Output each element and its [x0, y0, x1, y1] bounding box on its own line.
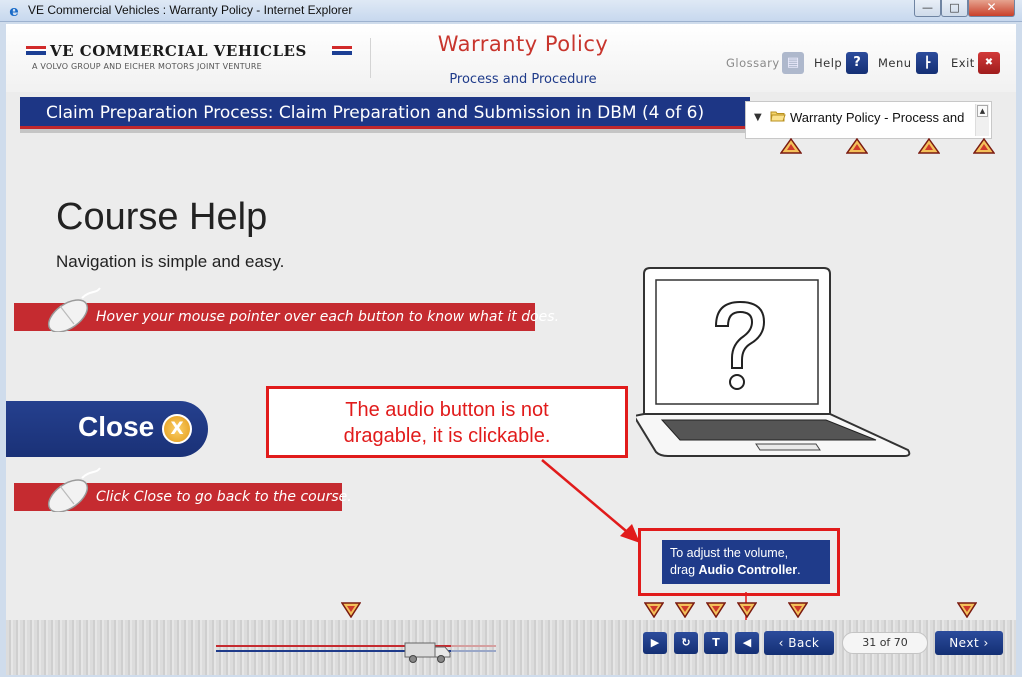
tooltip-prefix: drag: [670, 563, 699, 577]
back-button[interactable]: ‹ Back: [764, 631, 834, 655]
expand-triangle-icon[interactable]: ▼: [754, 112, 762, 123]
browser-frame: VE COMMERCIAL VEHICLES A VOLVO GROUP AND…: [0, 22, 1022, 677]
truck-progress-icon[interactable]: [403, 637, 453, 665]
glossary-label: Glossary: [726, 56, 780, 70]
menu-button[interactable]: ┣: [916, 52, 938, 74]
close-help-button[interactable]: Close X: [6, 401, 208, 457]
close-x-icon: X: [162, 414, 192, 444]
callout-arrow-icon: [541, 459, 640, 543]
scroll-up-icon[interactable]: ▲: [977, 105, 988, 117]
course-progress-bar[interactable]: [216, 641, 496, 663]
next-label: Next: [949, 636, 980, 650]
callout-line-1: The audio button is not: [345, 399, 549, 421]
exit-label: Exit: [951, 56, 975, 70]
menu-label: Menu: [878, 56, 912, 70]
close-button-label: Close: [78, 411, 155, 442]
tree-icon: ┣: [923, 56, 931, 69]
window-title: VE Commercial Vehicles : Warranty Policy…: [28, 3, 353, 17]
folder-open-icon: [770, 110, 786, 122]
mouse-icon: [40, 464, 102, 516]
play-button[interactable]: ▶: [643, 632, 667, 654]
company-logo: VE COMMERCIAL VEHICLES A VOLVO GROUP AND…: [26, 42, 356, 76]
screen-title: Claim Preparation Process: Claim Prepara…: [46, 103, 705, 123]
course-title: Warranty Policy: [437, 32, 609, 56]
replay-button[interactable]: ↻: [674, 632, 698, 654]
mouse-icon: [40, 284, 102, 336]
close-hint-text: Click Close to go back to the course.: [96, 489, 352, 505]
close-icon: ✖: [984, 57, 994, 68]
exit-button[interactable]: ✖: [978, 52, 1000, 74]
brand-subtitle: A VOLVO GROUP AND EICHER MOTORS JOINT VE…: [32, 62, 262, 71]
help-button[interactable]: ?: [846, 52, 868, 74]
menu-tree-panel[interactable]: ▼ Warranty Policy - Process and ▲: [745, 101, 992, 139]
audio-button[interactable]: ◀: [735, 632, 759, 654]
window-close-button[interactable]: ✕: [968, 0, 1015, 17]
tree-scrollbar[interactable]: ▲: [975, 104, 989, 136]
maximize-button[interactable]: □: [941, 0, 968, 17]
hover-hint-text: Hover your mouse pointer over each butto…: [96, 309, 560, 325]
back-label: Back: [788, 636, 820, 650]
next-button[interactable]: Next ›: [935, 631, 1003, 655]
course-header: VE COMMERCIAL VEHICLES A VOLVO GROUP AND…: [6, 24, 1016, 92]
tooltip-line-2: drag Audio Controller.: [670, 562, 822, 579]
laptop-question-icon: [632, 264, 916, 459]
glossary-button[interactable]: ▤: [782, 52, 804, 74]
internet-explorer-icon: e: [9, 2, 19, 20]
question-icon: ?: [853, 55, 861, 70]
tooltip-line-1: To adjust the volume,: [670, 546, 789, 560]
tooltip-bold: Audio Controller: [698, 563, 798, 577]
callout-line-2: dragable, it is clickable.: [343, 425, 551, 447]
intro-text: Navigation is simple and easy.: [56, 252, 285, 271]
speaker-icon: ◀: [742, 636, 752, 649]
help-label: Help: [814, 56, 843, 70]
book-icon: ▤: [786, 55, 800, 70]
play-icon: ▶: [650, 636, 660, 649]
title-gray-stripe: [20, 129, 750, 133]
page-counter: 31 of 70: [842, 632, 928, 654]
flag-right-icon: [332, 46, 352, 56]
text-icon: T: [712, 636, 720, 649]
course-player: VE COMMERCIAL VEHICLES A VOLVO GROUP AND…: [6, 24, 1016, 675]
transcript-button[interactable]: T: [704, 632, 728, 654]
flag-left-icon: [26, 46, 46, 56]
replay-icon: ↻: [681, 636, 691, 649]
audio-callout: The audio button is not dragable, it is …: [266, 386, 628, 458]
brand-name: VE COMMERCIAL VEHICLES: [50, 42, 307, 60]
chevron-left-icon: ‹: [778, 636, 784, 650]
tree-item-label[interactable]: Warranty Policy - Process and: [790, 110, 964, 125]
course-subtitle: Process and Procedure: [449, 72, 597, 87]
minimize-button[interactable]: —: [914, 0, 941, 17]
screen-title-bar: Claim Preparation Process: Claim Prepara…: [20, 97, 750, 133]
tooltip-suffix: .: [797, 563, 801, 577]
chevron-right-icon: ›: [983, 636, 989, 650]
page-heading: Course Help: [56, 196, 268, 238]
audio-tooltip: To adjust the volume, drag Audio Control…: [662, 540, 830, 584]
browser-titlebar: e VE Commercial Vehicles : Warranty Poli…: [0, 0, 1022, 22]
